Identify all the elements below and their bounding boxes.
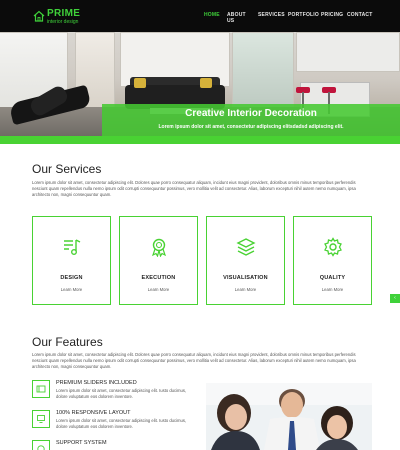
service-card-execution[interactable]: EXECUTION Learn More bbox=[119, 216, 198, 305]
service-card-visualisation[interactable]: VISUALISATION Learn More bbox=[206, 216, 285, 305]
team-photo bbox=[206, 383, 372, 450]
pillow bbox=[200, 78, 212, 88]
learn-more-link[interactable]: Learn More bbox=[207, 287, 284, 292]
site-header: PRIME interior design HOME ABOUT US SERV… bbox=[0, 0, 400, 32]
pillow bbox=[134, 78, 146, 88]
service-card-design[interactable]: DESIGN Learn More bbox=[32, 216, 111, 305]
slider-icon bbox=[32, 380, 50, 398]
nav-services[interactable]: SERVICES bbox=[258, 12, 285, 18]
nav-contact[interactable]: CONTACT bbox=[347, 12, 372, 18]
nav-about-us[interactable]: ABOUT US bbox=[227, 12, 246, 24]
hero-title: Creative Interior Decoration bbox=[185, 108, 317, 119]
feature-item: PREMIUM SLIDERS INCLUDED Lorem ipsum dol… bbox=[32, 380, 192, 404]
gear-icon bbox=[323, 237, 342, 257]
award-ribbon-icon bbox=[151, 238, 166, 258]
feature-item: SUPPORT SYSTEM bbox=[32, 440, 192, 450]
learn-more-link[interactable]: Learn More bbox=[120, 287, 197, 292]
feature-text: Lorem ipsum dolor sit amet, consectetur … bbox=[56, 418, 187, 429]
feature-item: 100% RESPONSIVE LAYOUT Lorem ipsum dolor… bbox=[32, 410, 192, 434]
learn-more-link[interactable]: Learn More bbox=[294, 287, 371, 292]
hero-subtitle: Lorem ipsum dolor sit amet, consectetur … bbox=[158, 124, 344, 130]
services-title: Our Services bbox=[32, 162, 102, 176]
hero-kitchen-wall bbox=[296, 32, 400, 72]
chevron-left-icon[interactable]: ‹ bbox=[390, 294, 400, 303]
service-card-title: VISUALISATION bbox=[223, 275, 268, 281]
hero-accent-bar bbox=[0, 136, 400, 144]
nav-home[interactable]: HOME bbox=[204, 12, 220, 18]
music-note-icon bbox=[63, 239, 80, 255]
feature-title: 100% RESPONSIVE LAYOUT bbox=[56, 410, 131, 416]
service-card-title: QUALITY bbox=[319, 275, 346, 281]
feature-title: PREMIUM SLIDERS INCLUDED bbox=[56, 380, 137, 386]
logo[interactable]: PRIME interior design bbox=[33, 9, 80, 25]
responsive-icon bbox=[32, 410, 50, 428]
logo-tagline: interior design bbox=[47, 19, 79, 25]
service-card-title: DESIGN bbox=[60, 275, 83, 281]
features-title: Our Features bbox=[32, 335, 103, 349]
nav-pricing[interactable]: PRICING bbox=[321, 12, 343, 18]
features-description: Lorem ipsum dolor sit amet, consectetur … bbox=[32, 352, 356, 370]
hero-glass-door bbox=[232, 32, 294, 112]
nav-portfolio[interactable]: PORTFOLIO bbox=[288, 12, 319, 18]
support-icon bbox=[32, 440, 50, 450]
service-card-title: EXECUTION bbox=[141, 275, 176, 281]
logo-name: PRIME bbox=[47, 8, 81, 19]
feature-title: SUPPORT SYSTEM bbox=[56, 440, 107, 446]
learn-more-link[interactable]: Learn More bbox=[33, 287, 110, 292]
services-description: Lorem ipsum dolor sit amet, consectetur … bbox=[32, 180, 356, 198]
layers-icon bbox=[235, 238, 256, 256]
feature-text: Lorem ipsum dolor sit amet, consectetur … bbox=[56, 388, 187, 399]
service-card-quality[interactable]: QUALITY Learn More bbox=[293, 216, 372, 305]
house-icon bbox=[33, 10, 45, 22]
